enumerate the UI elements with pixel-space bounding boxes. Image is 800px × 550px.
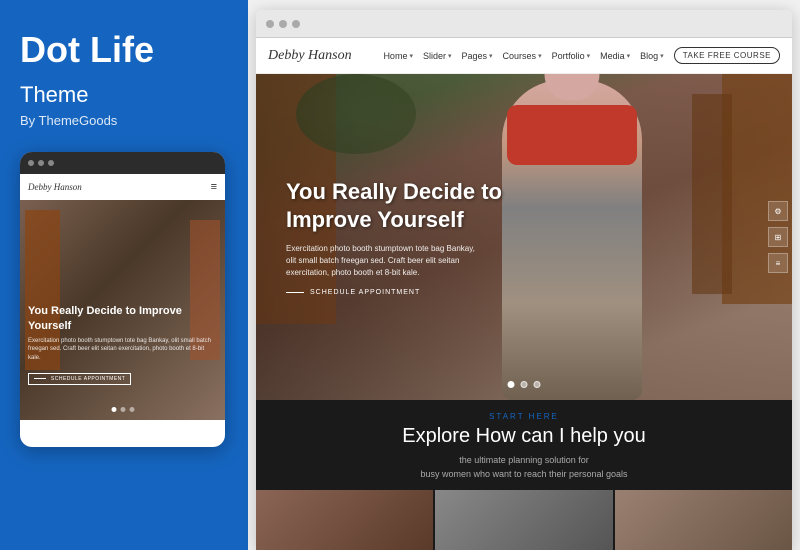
hero-description: Exercitation photo booth stumptown tote …: [286, 243, 486, 279]
theme-title: Dot Life Theme: [20, 30, 228, 109]
mobile-hamburger-icon[interactable]: ≡: [211, 181, 217, 193]
desktop-bottom-section: START HERE Explore How can I help you th…: [256, 400, 792, 490]
mobile-hero-content: You Really Decide to Improve Yourself Ex…: [28, 304, 217, 385]
bottom-card-3: [615, 490, 792, 550]
desktop-hero: You Really Decide to Improve Yourself Ex…: [256, 74, 792, 400]
mobile-dot-2: [38, 160, 44, 166]
browser-dot-2: [279, 20, 287, 28]
mobile-hero-desc: Exercitation photo booth stumptown tote …: [28, 337, 217, 362]
bottom-card-2: [435, 490, 612, 550]
mobile-hero: You Really Decide to Improve Yourself Ex…: [20, 200, 225, 420]
slide-dots: [508, 381, 541, 388]
side-icon-settings[interactable]: ⚙: [768, 201, 788, 221]
media-arrow-icon: ▾: [627, 52, 631, 60]
desktop-nav-links: Home ▾ Slider ▾ Pages ▾ Courses ▾ Portfo…: [383, 47, 780, 64]
bottom-section-title: Explore How can I help you: [276, 425, 772, 448]
woman-head: [545, 74, 600, 100]
nav-link-home[interactable]: Home ▾: [383, 51, 413, 61]
mobile-hero-title: You Really Decide to Improve Yourself: [28, 304, 217, 333]
bottom-section-desc: the ultimate planning solution for busy …: [276, 454, 772, 481]
slide-dot-3[interactable]: [534, 381, 541, 388]
nav-link-pages[interactable]: Pages ▾: [462, 51, 493, 61]
mobile-logo: Debby Hanson: [28, 182, 82, 192]
theme-by: By ThemeGoods: [20, 113, 228, 128]
nav-link-media[interactable]: Media ▾: [600, 51, 630, 61]
mobile-slide-dot-3: [129, 407, 134, 412]
mobile-dot-3: [48, 160, 54, 166]
mobile-dot-1: [28, 160, 34, 166]
mobile-slide-dot-2: [120, 407, 125, 412]
browser-dot-3: [292, 20, 300, 28]
right-panel: Debby Hanson Home ▾ Slider ▾ Pages ▾ Cou…: [248, 0, 800, 550]
hero-cta-line-icon: [286, 292, 304, 293]
woman-scarf: [507, 105, 637, 165]
mobile-preview: Debby Hanson ≡ You Really Decide to Impr…: [20, 152, 225, 447]
nav-take-free-course-button[interactable]: TAKE FREE COURSE: [674, 47, 780, 64]
hero-cta[interactable]: SCHEDULE APPOINTMENT: [286, 289, 546, 296]
side-icons: ⚙ ⊞ ≡: [768, 201, 788, 273]
home-arrow-icon: ▾: [409, 52, 413, 60]
mobile-cta-button[interactable]: SCHEDULE APPOINTMENT: [28, 373, 131, 385]
browser-top-bar: [256, 10, 792, 38]
courses-arrow-icon: ▾: [538, 52, 542, 60]
browser-content: Debby Hanson Home ▾ Slider ▾ Pages ▾ Cou…: [256, 38, 792, 550]
nav-link-portfolio[interactable]: Portfolio ▾: [552, 51, 591, 61]
start-here-label: START HERE: [276, 412, 772, 421]
mobile-slide-dots: [111, 407, 134, 412]
desktop-logo: Debby Hanson: [268, 48, 352, 64]
slider-arrow-icon: ▾: [448, 52, 452, 60]
mobile-top-bar: [20, 152, 225, 174]
nav-link-slider[interactable]: Slider ▾: [423, 51, 452, 61]
hero-title: You Really Decide to Improve Yourself: [286, 178, 546, 233]
nav-link-courses[interactable]: Courses ▾: [503, 51, 542, 61]
browser-dot-1: [266, 20, 274, 28]
mobile-cta-line-icon: [34, 378, 46, 379]
left-panel: Dot Life Theme By ThemeGoods Debby Hanso…: [0, 0, 248, 550]
bottom-cards-row: [256, 490, 792, 550]
pages-arrow-icon: ▾: [489, 52, 493, 60]
desktop-navbar: Debby Hanson Home ▾ Slider ▾ Pages ▾ Cou…: [256, 38, 792, 74]
bottom-card-1: [256, 490, 433, 550]
slide-dot-1[interactable]: [508, 381, 515, 388]
hero-content: You Really Decide to Improve Yourself Ex…: [286, 178, 546, 296]
nav-link-blog[interactable]: Blog ▾: [640, 51, 664, 61]
mobile-nav: Debby Hanson ≡: [20, 174, 225, 200]
slide-dot-2[interactable]: [521, 381, 528, 388]
side-icon-grid[interactable]: ⊞: [768, 227, 788, 247]
mobile-slide-dot-1: [111, 407, 116, 412]
browser-window: Debby Hanson Home ▾ Slider ▾ Pages ▾ Cou…: [256, 10, 792, 550]
blog-arrow-icon: ▾: [660, 52, 664, 60]
portfolio-arrow-icon: ▾: [587, 52, 591, 60]
side-icon-list[interactable]: ≡: [768, 253, 788, 273]
